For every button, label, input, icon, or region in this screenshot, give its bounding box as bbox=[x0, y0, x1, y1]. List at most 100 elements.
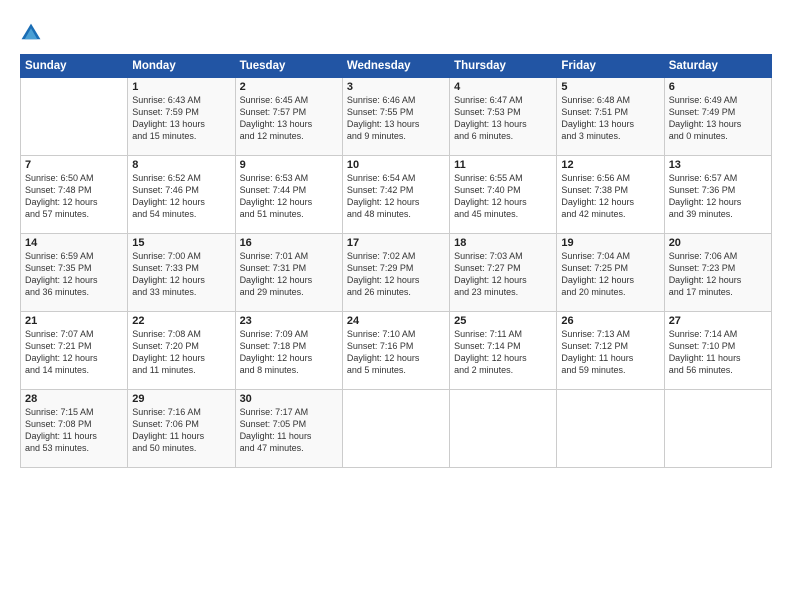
day-info: Sunrise: 7:16 AMSunset: 7:06 PMDaylight:… bbox=[132, 406, 230, 455]
calendar-cell: 27Sunrise: 7:14 AMSunset: 7:10 PMDayligh… bbox=[664, 312, 771, 390]
day-number: 21 bbox=[25, 315, 123, 327]
day-info: Sunrise: 7:00 AMSunset: 7:33 PMDaylight:… bbox=[132, 250, 230, 299]
day-number: 14 bbox=[25, 237, 123, 249]
day-info: Sunrise: 7:01 AMSunset: 7:31 PMDaylight:… bbox=[240, 250, 338, 299]
day-number: 28 bbox=[25, 393, 123, 405]
day-number: 10 bbox=[347, 159, 445, 171]
day-info: Sunrise: 6:55 AMSunset: 7:40 PMDaylight:… bbox=[454, 172, 552, 221]
calendar-cell: 6Sunrise: 6:49 AMSunset: 7:49 PMDaylight… bbox=[664, 78, 771, 156]
day-number: 4 bbox=[454, 81, 552, 93]
day-info: Sunrise: 6:52 AMSunset: 7:46 PMDaylight:… bbox=[132, 172, 230, 221]
calendar-table: SundayMondayTuesdayWednesdayThursdayFrid… bbox=[20, 54, 772, 468]
calendar-cell: 5Sunrise: 6:48 AMSunset: 7:51 PMDaylight… bbox=[557, 78, 664, 156]
calendar-cell: 21Sunrise: 7:07 AMSunset: 7:21 PMDayligh… bbox=[21, 312, 128, 390]
day-number: 15 bbox=[132, 237, 230, 249]
day-number: 29 bbox=[132, 393, 230, 405]
day-info: Sunrise: 6:53 AMSunset: 7:44 PMDaylight:… bbox=[240, 172, 338, 221]
calendar-cell bbox=[21, 78, 128, 156]
calendar-cell: 1Sunrise: 6:43 AMSunset: 7:59 PMDaylight… bbox=[128, 78, 235, 156]
weekday-header-thursday: Thursday bbox=[450, 55, 557, 78]
day-info: Sunrise: 6:47 AMSunset: 7:53 PMDaylight:… bbox=[454, 94, 552, 143]
day-number: 17 bbox=[347, 237, 445, 249]
day-info: Sunrise: 6:48 AMSunset: 7:51 PMDaylight:… bbox=[561, 94, 659, 143]
calendar-cell: 10Sunrise: 6:54 AMSunset: 7:42 PMDayligh… bbox=[342, 156, 449, 234]
calendar-cell: 16Sunrise: 7:01 AMSunset: 7:31 PMDayligh… bbox=[235, 234, 342, 312]
day-number: 16 bbox=[240, 237, 338, 249]
week-row-4: 21Sunrise: 7:07 AMSunset: 7:21 PMDayligh… bbox=[21, 312, 772, 390]
weekday-header-saturday: Saturday bbox=[664, 55, 771, 78]
calendar-cell: 13Sunrise: 6:57 AMSunset: 7:36 PMDayligh… bbox=[664, 156, 771, 234]
day-info: Sunrise: 7:06 AMSunset: 7:23 PMDaylight:… bbox=[669, 250, 767, 299]
calendar-cell: 8Sunrise: 6:52 AMSunset: 7:46 PMDaylight… bbox=[128, 156, 235, 234]
calendar-cell: 22Sunrise: 7:08 AMSunset: 7:20 PMDayligh… bbox=[128, 312, 235, 390]
day-number: 7 bbox=[25, 159, 123, 171]
page: SundayMondayTuesdayWednesdayThursdayFrid… bbox=[0, 0, 792, 612]
day-number: 22 bbox=[132, 315, 230, 327]
day-info: Sunrise: 6:46 AMSunset: 7:55 PMDaylight:… bbox=[347, 94, 445, 143]
day-number: 19 bbox=[561, 237, 659, 249]
weekday-header-friday: Friday bbox=[557, 55, 664, 78]
day-number: 8 bbox=[132, 159, 230, 171]
calendar-cell: 28Sunrise: 7:15 AMSunset: 7:08 PMDayligh… bbox=[21, 390, 128, 468]
day-info: Sunrise: 7:09 AMSunset: 7:18 PMDaylight:… bbox=[240, 328, 338, 377]
day-info: Sunrise: 6:50 AMSunset: 7:48 PMDaylight:… bbox=[25, 172, 123, 221]
calendar-cell: 11Sunrise: 6:55 AMSunset: 7:40 PMDayligh… bbox=[450, 156, 557, 234]
day-info: Sunrise: 7:07 AMSunset: 7:21 PMDaylight:… bbox=[25, 328, 123, 377]
day-info: Sunrise: 6:57 AMSunset: 7:36 PMDaylight:… bbox=[669, 172, 767, 221]
day-number: 30 bbox=[240, 393, 338, 405]
logo-icon bbox=[20, 22, 42, 44]
day-number: 20 bbox=[669, 237, 767, 249]
calendar-cell: 24Sunrise: 7:10 AMSunset: 7:16 PMDayligh… bbox=[342, 312, 449, 390]
day-number: 18 bbox=[454, 237, 552, 249]
day-number: 23 bbox=[240, 315, 338, 327]
day-info: Sunrise: 6:54 AMSunset: 7:42 PMDaylight:… bbox=[347, 172, 445, 221]
day-info: Sunrise: 6:59 AMSunset: 7:35 PMDaylight:… bbox=[25, 250, 123, 299]
header bbox=[20, 18, 772, 44]
day-info: Sunrise: 6:56 AMSunset: 7:38 PMDaylight:… bbox=[561, 172, 659, 221]
day-info: Sunrise: 7:15 AMSunset: 7:08 PMDaylight:… bbox=[25, 406, 123, 455]
day-number: 24 bbox=[347, 315, 445, 327]
day-number: 25 bbox=[454, 315, 552, 327]
day-number: 5 bbox=[561, 81, 659, 93]
week-row-5: 28Sunrise: 7:15 AMSunset: 7:08 PMDayligh… bbox=[21, 390, 772, 468]
day-number: 3 bbox=[347, 81, 445, 93]
calendar-cell: 20Sunrise: 7:06 AMSunset: 7:23 PMDayligh… bbox=[664, 234, 771, 312]
calendar-cell: 30Sunrise: 7:17 AMSunset: 7:05 PMDayligh… bbox=[235, 390, 342, 468]
day-info: Sunrise: 7:14 AMSunset: 7:10 PMDaylight:… bbox=[669, 328, 767, 377]
day-info: Sunrise: 7:02 AMSunset: 7:29 PMDaylight:… bbox=[347, 250, 445, 299]
weekday-header-monday: Monday bbox=[128, 55, 235, 78]
day-number: 12 bbox=[561, 159, 659, 171]
calendar-cell: 19Sunrise: 7:04 AMSunset: 7:25 PMDayligh… bbox=[557, 234, 664, 312]
weekday-header-tuesday: Tuesday bbox=[235, 55, 342, 78]
weekday-header-row: SundayMondayTuesdayWednesdayThursdayFrid… bbox=[21, 55, 772, 78]
day-info: Sunrise: 7:08 AMSunset: 7:20 PMDaylight:… bbox=[132, 328, 230, 377]
weekday-header-wednesday: Wednesday bbox=[342, 55, 449, 78]
day-number: 1 bbox=[132, 81, 230, 93]
day-number: 13 bbox=[669, 159, 767, 171]
week-row-3: 14Sunrise: 6:59 AMSunset: 7:35 PMDayligh… bbox=[21, 234, 772, 312]
calendar-cell: 18Sunrise: 7:03 AMSunset: 7:27 PMDayligh… bbox=[450, 234, 557, 312]
day-number: 9 bbox=[240, 159, 338, 171]
day-number: 27 bbox=[669, 315, 767, 327]
day-info: Sunrise: 6:49 AMSunset: 7:49 PMDaylight:… bbox=[669, 94, 767, 143]
calendar-cell: 3Sunrise: 6:46 AMSunset: 7:55 PMDaylight… bbox=[342, 78, 449, 156]
calendar-cell bbox=[664, 390, 771, 468]
calendar-cell: 26Sunrise: 7:13 AMSunset: 7:12 PMDayligh… bbox=[557, 312, 664, 390]
logo bbox=[20, 22, 44, 44]
calendar-cell: 2Sunrise: 6:45 AMSunset: 7:57 PMDaylight… bbox=[235, 78, 342, 156]
calendar-cell: 17Sunrise: 7:02 AMSunset: 7:29 PMDayligh… bbox=[342, 234, 449, 312]
day-info: Sunrise: 7:17 AMSunset: 7:05 PMDaylight:… bbox=[240, 406, 338, 455]
day-info: Sunrise: 7:10 AMSunset: 7:16 PMDaylight:… bbox=[347, 328, 445, 377]
calendar-cell bbox=[342, 390, 449, 468]
day-number: 2 bbox=[240, 81, 338, 93]
week-row-1: 1Sunrise: 6:43 AMSunset: 7:59 PMDaylight… bbox=[21, 78, 772, 156]
calendar-cell: 9Sunrise: 6:53 AMSunset: 7:44 PMDaylight… bbox=[235, 156, 342, 234]
calendar-cell: 23Sunrise: 7:09 AMSunset: 7:18 PMDayligh… bbox=[235, 312, 342, 390]
week-row-2: 7Sunrise: 6:50 AMSunset: 7:48 PMDaylight… bbox=[21, 156, 772, 234]
calendar-cell bbox=[557, 390, 664, 468]
day-info: Sunrise: 6:45 AMSunset: 7:57 PMDaylight:… bbox=[240, 94, 338, 143]
calendar-cell: 4Sunrise: 6:47 AMSunset: 7:53 PMDaylight… bbox=[450, 78, 557, 156]
calendar-cell: 29Sunrise: 7:16 AMSunset: 7:06 PMDayligh… bbox=[128, 390, 235, 468]
day-info: Sunrise: 7:13 AMSunset: 7:12 PMDaylight:… bbox=[561, 328, 659, 377]
day-info: Sunrise: 7:04 AMSunset: 7:25 PMDaylight:… bbox=[561, 250, 659, 299]
